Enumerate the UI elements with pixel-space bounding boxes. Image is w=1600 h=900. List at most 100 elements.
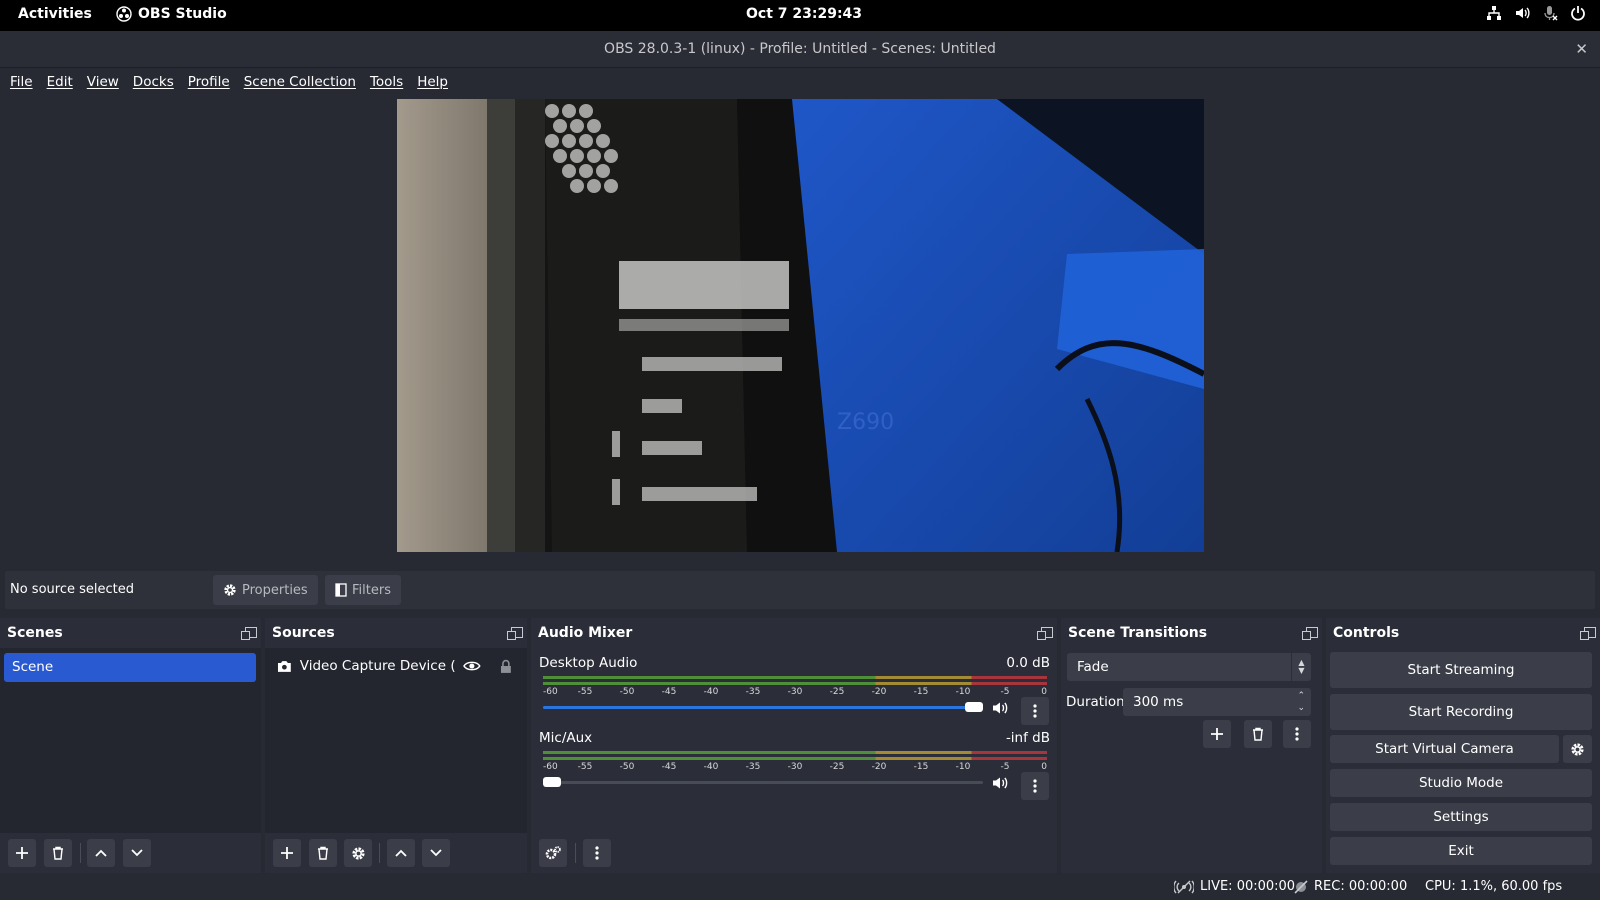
menu-edit[interactable]: Edit: [47, 74, 73, 90]
properties-button[interactable]: Properties: [213, 575, 318, 605]
remove-scene-button[interactable]: [44, 839, 72, 867]
meter-scale: -60 -55 -50 -45 -40 -35 -30 -25 -20 -15 -10 -5 0: [543, 762, 1047, 774]
meter-tick-label: 0: [1041, 762, 1047, 772]
start-virtual-camera-button[interactable]: Start Virtual Camera: [1330, 735, 1559, 763]
move-source-up-button[interactable]: [387, 839, 415, 867]
studio-mode-button[interactable]: Studio Mode: [1330, 769, 1592, 797]
menu-profile[interactable]: Profile: [188, 74, 230, 90]
scenes-dock: Scenes Scene: [0, 618, 261, 873]
start-streaming-button[interactable]: Start Streaming: [1330, 652, 1592, 688]
add-scene-button[interactable]: [8, 839, 36, 867]
meter-tick-label: -45: [661, 762, 677, 772]
kebab-menu-icon: [595, 846, 599, 860]
unlocked-icon[interactable]: [499, 659, 513, 674]
meter-bar: [543, 757, 1047, 760]
undock-icon[interactable]: [1037, 627, 1053, 640]
volume-slider[interactable]: [543, 777, 983, 787]
advanced-audio-button[interactable]: [539, 839, 567, 867]
meter-tick-label: -50: [619, 687, 635, 697]
meter-tick-label: 0: [1041, 687, 1047, 697]
cpu-fps: CPU: 1.1%, 60.00 fps: [1425, 879, 1563, 894]
record-off-icon: [1294, 879, 1308, 894]
mixer-menu-button[interactable]: [583, 839, 611, 867]
app-menu[interactable]: OBS Studio: [116, 6, 227, 22]
undock-icon[interactable]: [1580, 627, 1596, 640]
settings-button[interactable]: Settings: [1330, 803, 1592, 831]
window-titlebar[interactable]: OBS 28.0.3-1 (linux) - Profile: Untitled…: [0, 31, 1600, 68]
remove-transition-button[interactable]: [1244, 720, 1272, 748]
move-scene-up-button[interactable]: [87, 839, 115, 867]
meter-tick-label: -15: [913, 762, 929, 772]
audio-mixer-title: Audio Mixer: [538, 625, 633, 641]
spin-arrows-icon[interactable]: ⌃ ⌄: [1297, 690, 1305, 714]
channel-name: Desktop Audio: [539, 655, 638, 671]
preview-canvas[interactable]: Z690: [397, 99, 1204, 552]
controls-title: Controls: [1333, 625, 1400, 641]
menu-docks[interactable]: Docks: [133, 74, 174, 90]
obs-logo-icon: [116, 6, 132, 22]
source-status: No source selected: [10, 582, 134, 597]
trash-icon: [53, 846, 63, 860]
menu-file[interactable]: File: [10, 74, 33, 90]
controls-dock-header: Controls: [1326, 618, 1600, 648]
source-properties-button[interactable]: [344, 839, 372, 867]
move-source-down-button[interactable]: [422, 839, 450, 867]
transition-menu-button[interactable]: [1283, 720, 1311, 748]
meter-tick-label: -25: [829, 687, 845, 697]
add-source-button[interactable]: [273, 839, 301, 867]
clock[interactable]: Oct 7 23:29:43: [746, 6, 862, 22]
move-scene-down-button[interactable]: [123, 839, 151, 867]
menu-tools[interactable]: Tools: [370, 74, 403, 90]
speaker-icon[interactable]: [992, 776, 1008, 790]
meter-bar: [543, 751, 1047, 754]
close-window-button[interactable]: ✕: [1575, 40, 1588, 58]
scene-item[interactable]: Scene: [4, 653, 256, 682]
eye-icon[interactable]: [463, 660, 482, 672]
volume-slider-handle[interactable]: [543, 777, 561, 787]
transition-select-value: Fade: [1077, 659, 1109, 675]
chevron-up-icon: [395, 849, 407, 857]
activities-button[interactable]: Activities: [18, 6, 92, 22]
undock-icon[interactable]: [1302, 627, 1318, 640]
preview-area[interactable]: Z690: [0, 95, 1600, 589]
plus-icon: [1211, 728, 1223, 740]
scene-transitions-dock: Scene Transitions Fade ▲ ▼ Duration 300 m…: [1061, 618, 1322, 873]
sources-toolbar: [265, 833, 527, 873]
duration-spinbox[interactable]: 300 ms ⌃ ⌄: [1123, 688, 1311, 716]
speaker-icon[interactable]: [992, 701, 1008, 715]
plus-icon: [16, 847, 28, 859]
channel-menu-button[interactable]: [1021, 772, 1049, 800]
scenes-dock-header: Scenes: [0, 618, 261, 648]
exit-button[interactable]: Exit: [1330, 837, 1592, 865]
channel-db: -inf dB: [1005, 730, 1050, 746]
virtual-camera-settings-button[interactable]: [1563, 735, 1592, 763]
transition-select[interactable]: Fade ▲ ▼: [1067, 653, 1311, 681]
undock-icon[interactable]: [507, 627, 523, 640]
transitions-body: Fade ▲ ▼ Duration 300 ms ⌃ ⌄: [1061, 648, 1322, 873]
remove-source-button[interactable]: [309, 839, 337, 867]
menu-scene-collection[interactable]: Scene Collection: [244, 74, 356, 90]
kebab-menu-icon: [1033, 704, 1037, 718]
volume-icon: [1516, 7, 1530, 19]
volume-slider[interactable]: [543, 702, 983, 712]
add-transition-button[interactable]: [1203, 720, 1231, 748]
system-tray[interactable]: [1486, 5, 1586, 21]
volume-slider-handle[interactable]: [965, 702, 983, 712]
menu-view[interactable]: View: [87, 74, 119, 90]
meter-tick-label: -35: [745, 687, 761, 697]
meter-tick-label: -55: [577, 687, 593, 697]
channel-menu-button[interactable]: [1021, 697, 1049, 725]
start-recording-button[interactable]: Start Recording: [1330, 694, 1592, 730]
chevron-up-icon: [95, 849, 107, 857]
transitions-title: Scene Transitions: [1068, 625, 1208, 641]
filters-button[interactable]: Filters: [325, 575, 401, 605]
source-item[interactable]: Video Capture Device (V4L: [277, 658, 513, 674]
sources-dock: Sources Video Capture Device (V4L: [265, 618, 527, 873]
plus-icon: [281, 847, 293, 859]
sources-dock-header: Sources: [265, 618, 527, 648]
trash-icon: [1253, 727, 1263, 741]
mixer-channel-mic: Mic/Aux -inf dB -60 -55 -50 -45 -40 -35 -30 -25…: [531, 730, 1057, 800]
menu-help[interactable]: Help: [417, 74, 448, 90]
undock-icon[interactable]: [241, 627, 257, 640]
chevron-down-icon: [131, 849, 143, 857]
